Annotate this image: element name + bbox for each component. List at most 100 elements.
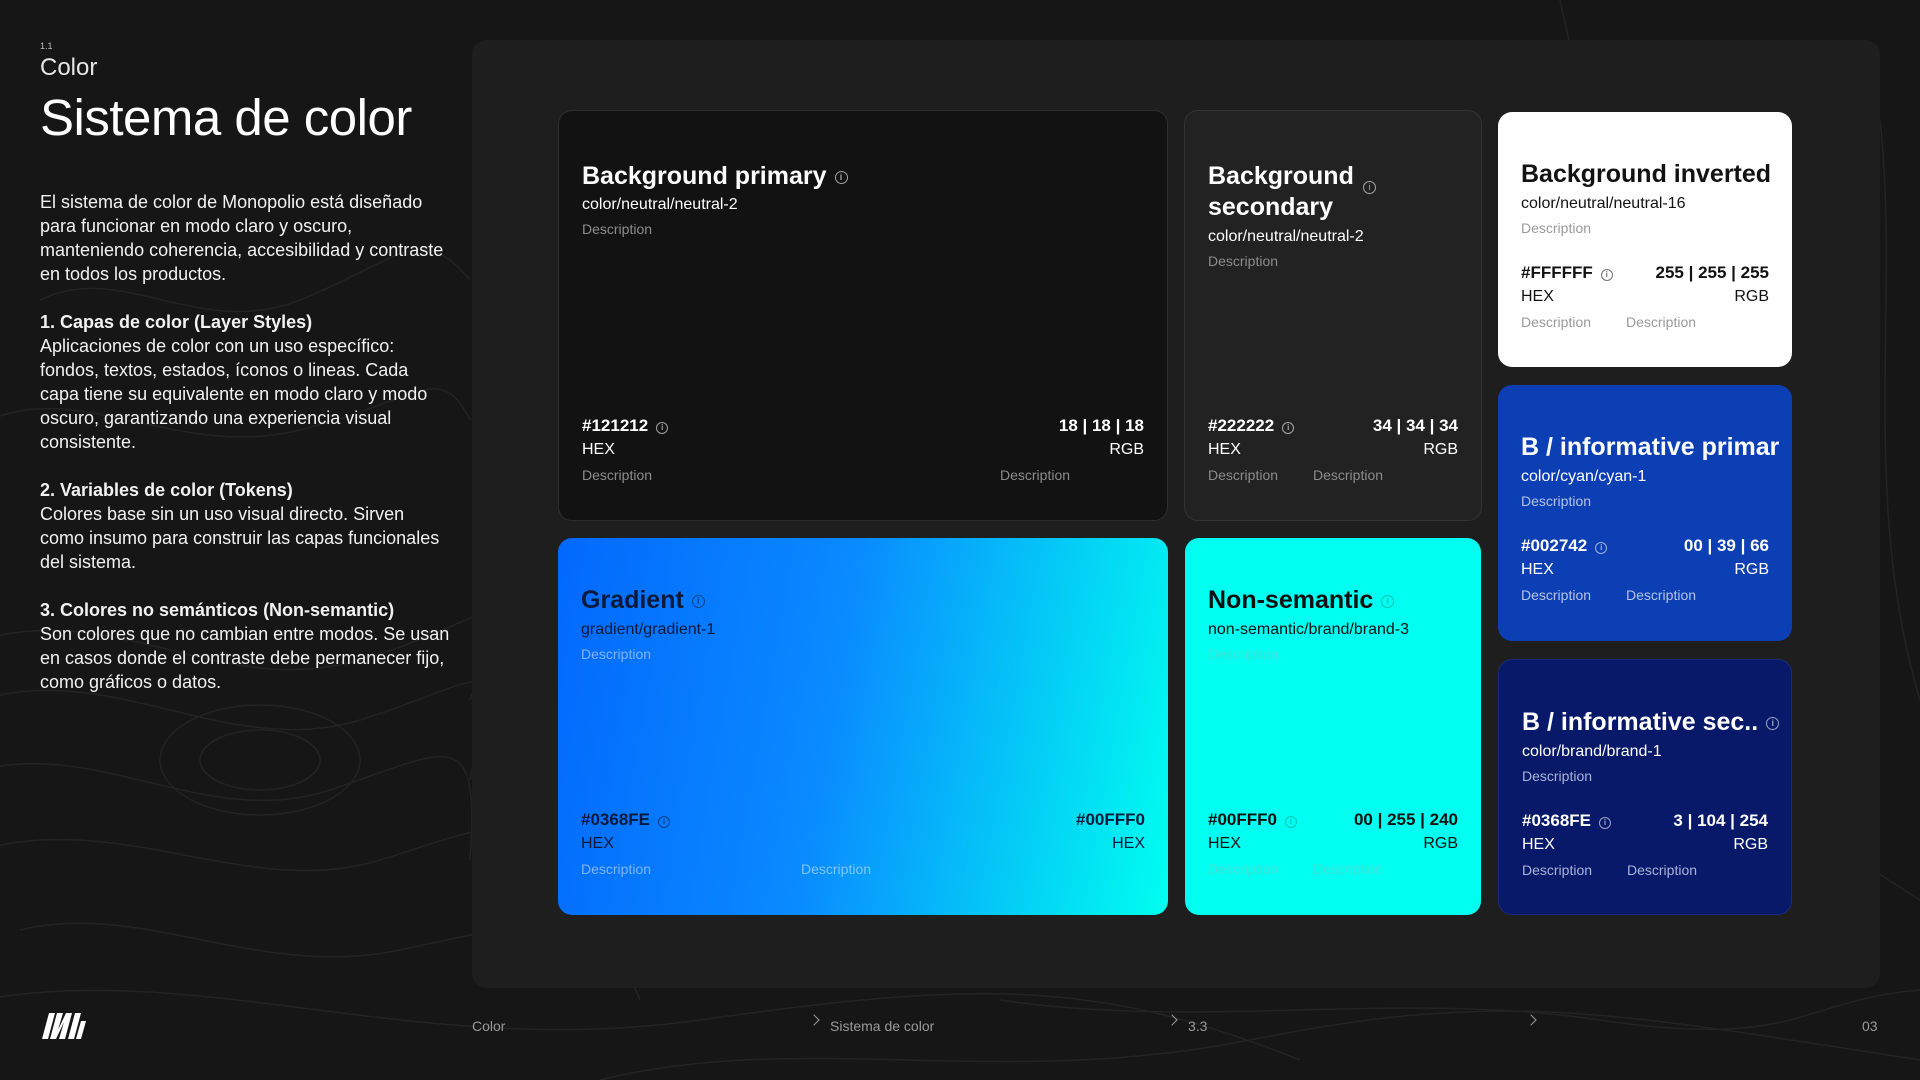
intro-text: El sistema de color de Monopolio está di… — [40, 190, 452, 718]
intro-item-heading: 1. Capas de color (Layer Styles) — [40, 312, 313, 332]
hex-value: #FFFFFF i — [1521, 263, 1613, 283]
hex-label: HEX — [1112, 835, 1145, 852]
rgb-label: RGB — [1733, 836, 1768, 853]
card-token: color/neutral/neutral-16 — [1521, 195, 1686, 212]
info-icon[interactable]: i — [1381, 595, 1395, 608]
hex-description: Description — [1522, 862, 1593, 878]
rgb-description: Description — [1000, 467, 1071, 483]
intro-item-heading: 3. Colores no semánticos (Non-semantic) — [40, 600, 395, 620]
card-title: Background primary i — [582, 161, 848, 192]
breadcrumb-section[interactable]: 3.3 — [1188, 1018, 1207, 1034]
hex-value-text: #0368FE — [581, 810, 650, 829]
hex-value-text: #121212 — [582, 416, 649, 435]
hex-description: Description — [582, 467, 653, 483]
intro-item-text: Aplicaciones de color con un uso específ… — [40, 336, 428, 452]
rgb-value: 00 | 39 | 66 — [1683, 536, 1769, 555]
rgb-label: RGB — [1734, 561, 1769, 578]
section-number: 1.1 — [40, 41, 53, 51]
card-token: color/neutral/neutral-2 — [582, 196, 738, 213]
hex-value-text: #00FFF0 — [1208, 810, 1277, 829]
card-background-secondary: Background secondary i color/neutral/neu… — [1184, 110, 1482, 521]
rgb-description: Description — [1626, 587, 1697, 603]
card-title-text: secondary — [1208, 193, 1334, 221]
info-icon[interactable]: i — [1766, 717, 1780, 730]
info-icon[interactable]: i — [691, 595, 705, 608]
card-background-inverted: Background inverted color/neutral/neutra… — [1498, 112, 1792, 367]
info-icon[interactable]: i — [1600, 269, 1613, 281]
rgb-description: Description — [1627, 862, 1698, 878]
rgb-value: 255 | 255 | 255 — [1655, 263, 1770, 282]
card-description: Description — [1522, 768, 1593, 784]
page-number: 03 — [1862, 1018, 1878, 1034]
card-description: Description — [582, 221, 653, 237]
info-icon[interactable]: i — [658, 816, 670, 828]
card-token: color/brand/brand-1 — [1522, 743, 1662, 760]
card-title: Background — [1208, 161, 1354, 192]
card-token: color/neutral/neutral-2 — [1208, 228, 1364, 245]
intro-item-text: Son colores que no cambian entre modos. … — [40, 624, 450, 692]
card-title-text: Background — [1208, 162, 1354, 190]
intro-item: 3. Colores no semánticos (Non-semantic) … — [40, 598, 452, 694]
breadcrumb-color[interactable]: Color — [472, 1018, 505, 1034]
card-title-text: Background primary — [582, 162, 827, 190]
card-token: color/cyan/cyan-1 — [1521, 468, 1647, 485]
hex-value: #222222 i — [1208, 416, 1295, 436]
card-gradient: Gradient i gradient/gradient-1 Descriptio… — [558, 538, 1168, 915]
card-informative-secondary: B / informative sec.. i color/brand/brand… — [1498, 659, 1792, 915]
rgb-label: RGB — [1423, 441, 1458, 458]
rgb-label: RGB — [1734, 288, 1769, 305]
card-title-text: B / informative sec.. — [1522, 708, 1759, 736]
hex-label: HEX — [1521, 561, 1554, 578]
card-description: Description — [1521, 493, 1592, 509]
card-description: Description — [1208, 253, 1279, 269]
card-token: non-semantic/brand/brand-3 — [1208, 621, 1410, 638]
section-label: Color — [40, 54, 98, 81]
hex-value-text: #0368FE — [1522, 811, 1591, 830]
card-title: B / informative primar — [1521, 433, 1780, 461]
chevron-right-icon — [808, 1014, 820, 1026]
hex-label: HEX — [1208, 441, 1241, 458]
card-description: Description — [581, 646, 652, 662]
hex-label: HEX — [1522, 836, 1555, 853]
info-icon[interactable]: i — [1284, 816, 1297, 828]
hex-start-value: #0368FE i — [581, 810, 670, 830]
rgb-label: RGB — [1423, 835, 1458, 852]
card-token: gradient/gradient-1 — [581, 621, 716, 638]
card-title-text: Gradient — [581, 586, 684, 614]
hex-value-text: #222222 — [1208, 416, 1275, 435]
card-informative-primary: B / informative primar color/cyan/cyan-1… — [1498, 385, 1792, 641]
hex-label: HEX — [581, 835, 614, 852]
rgb-value: 34 | 34 | 34 — [1372, 416, 1458, 435]
chevron-right-icon — [1525, 1014, 1537, 1026]
card-title: Background inverted — [1521, 160, 1772, 188]
info-icon[interactable]: i — [1599, 817, 1611, 829]
rgb-description: Description — [1313, 861, 1384, 877]
hex-value: #121212 i — [582, 416, 669, 436]
hex-description: Description — [1521, 587, 1592, 603]
hex-value: #0368FE i — [1522, 811, 1611, 831]
page-title: Sistema de color — [40, 89, 412, 146]
hex-end-value: #00FFF0 — [1076, 810, 1145, 829]
info-icon[interactable]: i — [1363, 181, 1376, 194]
hex-value-text: #FFFFFF — [1521, 263, 1593, 282]
card-title: Gradient i — [581, 585, 705, 616]
rgb-value: 3 | 104 | 254 — [1673, 811, 1768, 830]
hex-value: #002742 i — [1521, 536, 1608, 556]
intro-item-heading: 2. Variables de color (Tokens) — [40, 480, 293, 500]
card-non-semantic: Non-semantic i non-semantic/brand/brand-3… — [1185, 538, 1481, 915]
hex-label: HEX — [1208, 835, 1241, 852]
hex-description: Description — [581, 861, 652, 877]
info-icon[interactable]: i — [656, 422, 669, 434]
monopolio-logo — [42, 1013, 86, 1039]
hex-value-text: #002742 — [1521, 536, 1588, 555]
intro-paragraph: El sistema de color de Monopolio está di… — [40, 192, 444, 284]
info-icon[interactable]: i — [1595, 542, 1608, 554]
info-icon[interactable]: i — [834, 171, 848, 184]
info-icon[interactable]: i — [1282, 422, 1295, 434]
rgb-description: Description — [1626, 314, 1697, 330]
hex-value: #00FFF0 i — [1208, 810, 1297, 830]
breadcrumb-sistema-de-color[interactable]: Sistema de color — [830, 1018, 934, 1034]
intro-item-text: Colores base sin un uso visual directo. … — [40, 504, 440, 572]
card-title: Non-semantic i — [1208, 585, 1395, 616]
hex-label: HEX — [1521, 288, 1554, 305]
